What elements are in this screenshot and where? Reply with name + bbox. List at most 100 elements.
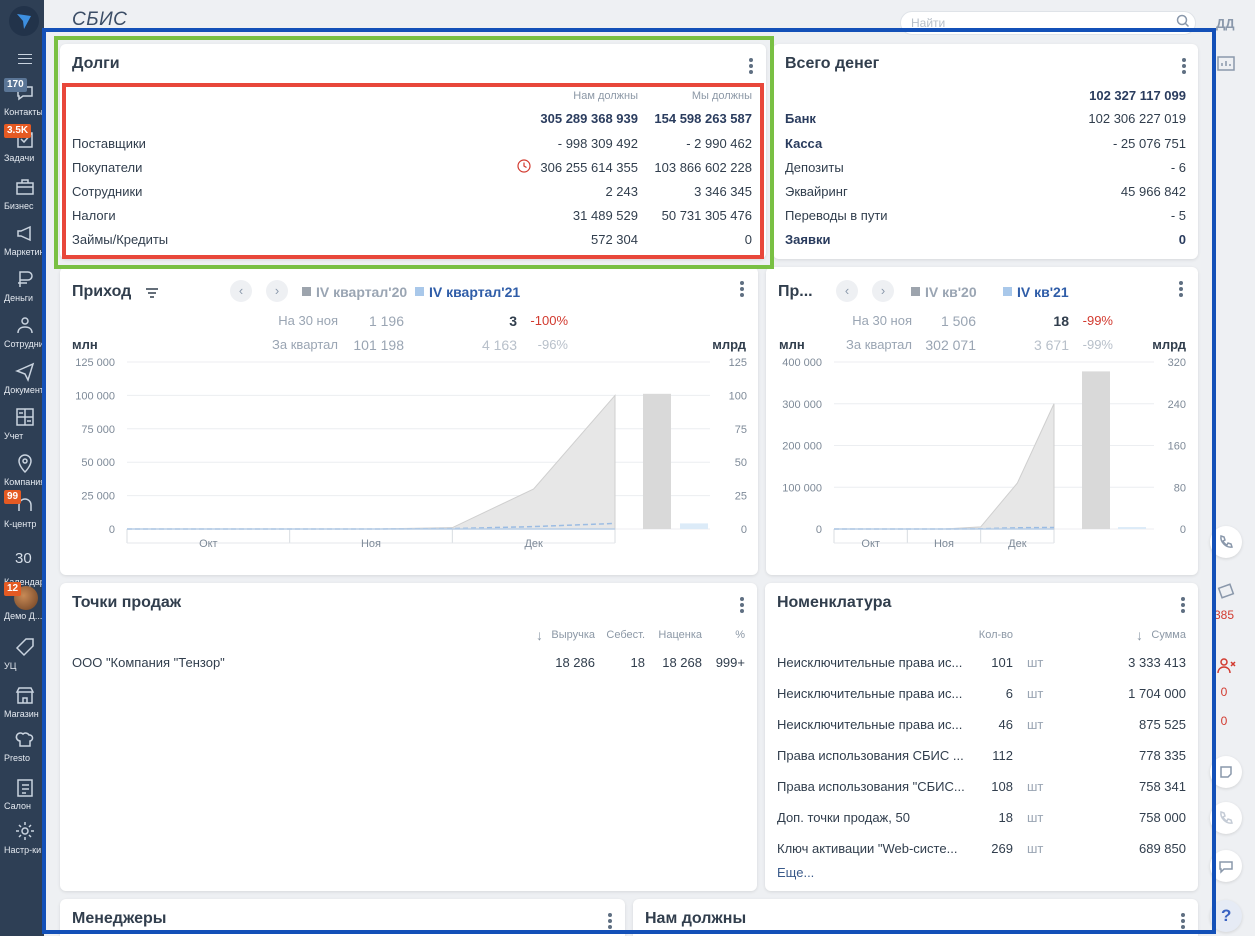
more-icon[interactable] bbox=[744, 56, 758, 74]
more-icon[interactable] bbox=[735, 279, 749, 297]
more-icon[interactable] bbox=[1177, 56, 1191, 74]
col-sum[interactable]: Сумма bbox=[1151, 629, 1186, 641]
we-owe-value: 103 866 602 228 bbox=[654, 160, 752, 175]
alert-count-1: 0 bbox=[1220, 685, 1228, 699]
sidebar-item-contacts[interactable]: 170 Контакты bbox=[0, 78, 44, 120]
coins-icon bbox=[14, 268, 36, 290]
more-icon[interactable] bbox=[1176, 595, 1190, 613]
sidebar-item-tasks[interactable]: 3.5K Задачи bbox=[0, 124, 44, 166]
chat-button[interactable] bbox=[1210, 850, 1242, 882]
sidebar-item-call-center[interactable]: 99 К-центр bbox=[0, 490, 44, 532]
total-owed-to-us[interactable]: 305 289 368 939 bbox=[540, 111, 638, 126]
y-tick-label: 300 000 bbox=[782, 399, 822, 411]
managers-title[interactable]: Менеджеры bbox=[72, 910, 166, 928]
next-period-button[interactable]: › bbox=[266, 280, 288, 302]
sidebar-item-label: Контакты bbox=[4, 107, 43, 117]
sidebar-item-demo[interactable]: 12 Демо Д... bbox=[0, 582, 44, 624]
sidebar-item-uc[interactable]: УЦ bbox=[0, 632, 44, 674]
sidebar-item-money[interactable]: Деньги bbox=[0, 264, 44, 306]
people-icon bbox=[14, 314, 36, 336]
sidebar-item-marketing[interactable]: Маркетинг bbox=[0, 218, 44, 260]
overdue-clock-icon bbox=[517, 159, 531, 173]
report-icon[interactable] bbox=[1216, 54, 1236, 74]
row1-delta: -99% bbox=[1082, 313, 1113, 328]
nomenclature-title[interactable]: Номенклатура bbox=[777, 594, 891, 612]
row-label: Заявки bbox=[785, 232, 831, 247]
legend-prev[interactable]: IV кв'20 bbox=[925, 284, 977, 300]
total-money-title[interactable]: Всего денег bbox=[785, 55, 879, 73]
item-unit: шт bbox=[1027, 717, 1044, 732]
bar-prev-quarter bbox=[1082, 371, 1110, 529]
sidebar-item-store[interactable]: Магазин bbox=[0, 680, 44, 722]
item-sum: 875 525 bbox=[1139, 717, 1186, 732]
income-title[interactable]: Приход bbox=[72, 283, 131, 301]
sidebar-item-settings[interactable]: Настр-ки bbox=[0, 816, 44, 858]
y-tick-label: 75 000 bbox=[81, 424, 115, 436]
sidebar-item-label: Учет bbox=[4, 431, 24, 441]
menu-icon[interactable] bbox=[18, 54, 32, 64]
nomenclature-panel: Номенклатура Кол-во ↓ Сумма Неисключител… bbox=[765, 583, 1198, 891]
debts-title[interactable]: Долги bbox=[72, 55, 120, 73]
col-cost[interactable]: Себест. bbox=[606, 629, 645, 641]
more-icon[interactable] bbox=[1174, 279, 1188, 297]
y-right-tick-label: 320 bbox=[1168, 357, 1186, 369]
income-chart[interactable]: 0 0 25 000 25 50 000 50 75 000 75 100 000 100 125 … bbox=[60, 352, 758, 557]
sort-down-icon[interactable]: ↓ bbox=[536, 627, 543, 643]
more-icon[interactable] bbox=[1176, 911, 1190, 929]
phone-icon bbox=[1220, 811, 1233, 824]
row-label: Переводы в пути bbox=[785, 208, 888, 223]
more-link[interactable]: Еще... bbox=[777, 865, 814, 880]
sidebar-item-business[interactable]: Бизнес bbox=[0, 172, 44, 214]
legend-curr[interactable]: IV квартал'21 bbox=[429, 284, 520, 300]
call-button[interactable] bbox=[1210, 802, 1242, 834]
money-transfer-icon[interactable] bbox=[1216, 582, 1236, 602]
notes-button[interactable] bbox=[1210, 756, 1242, 788]
phone-button[interactable] bbox=[1210, 526, 1242, 558]
more-icon[interactable] bbox=[735, 595, 749, 613]
contacts-badge: 170 bbox=[4, 78, 27, 92]
owed-to-us-title[interactable]: Нам должны bbox=[645, 910, 746, 928]
search-icon[interactable] bbox=[1176, 14, 1190, 28]
sbis-logo[interactable] bbox=[9, 6, 39, 36]
filter-icon[interactable] bbox=[145, 286, 159, 300]
sales-points-title[interactable]: Точки продаж bbox=[72, 594, 181, 612]
sidebar-item-company[interactable]: Компания bbox=[0, 448, 44, 490]
y-right-tick-label: 160 bbox=[1168, 441, 1186, 453]
sort-down-icon[interactable]: ↓ bbox=[1136, 627, 1143, 643]
col-markup[interactable]: Наценка bbox=[658, 629, 702, 641]
user-alert-icon[interactable] bbox=[1216, 656, 1236, 676]
col-revenue[interactable]: Выручка bbox=[551, 629, 595, 641]
legend-prev[interactable]: IV квартал'20 bbox=[316, 284, 407, 300]
income-compact-chart[interactable]: 0 0 100 000 80 200 000 160 300 000 240 400 000 32… bbox=[766, 352, 1198, 557]
sidebar-item-salon[interactable]: Салон bbox=[0, 772, 44, 814]
user-initials[interactable]: ДД bbox=[1216, 16, 1235, 31]
item-unit: шт bbox=[1027, 810, 1044, 825]
owed-to-us-value: 572 304 bbox=[591, 232, 638, 247]
more-icon[interactable] bbox=[603, 911, 617, 929]
sidebar-item-label: Деньги bbox=[4, 293, 34, 303]
sidebar-item-presto[interactable]: Presto bbox=[0, 724, 44, 766]
search-input[interactable]: Найти bbox=[900, 11, 1196, 35]
total-we-owe[interactable]: 154 598 263 587 bbox=[654, 111, 752, 126]
income2-title[interactable]: Пр... bbox=[778, 283, 813, 301]
sidebar-item-label: К-центр bbox=[4, 519, 37, 529]
row2-label: За квартал bbox=[846, 337, 912, 352]
row-label: Налоги bbox=[72, 208, 116, 223]
prev-period-button[interactable]: ‹ bbox=[230, 280, 252, 302]
y-tick-label: 0 bbox=[816, 524, 822, 536]
total-money-value[interactable]: 102 327 117 099 bbox=[1089, 88, 1186, 103]
row1-label: На 30 ноя bbox=[852, 313, 912, 328]
demo-badge: 12 bbox=[4, 582, 22, 596]
col-percent[interactable]: % bbox=[735, 629, 745, 641]
col-qty[interactable]: Кол-во bbox=[979, 629, 1013, 641]
prev-period-button[interactable]: ‹ bbox=[836, 280, 858, 302]
next-period-button[interactable]: › bbox=[872, 280, 894, 302]
item-name: Права использования "СБИС... bbox=[777, 779, 965, 794]
help-button[interactable]: ? bbox=[1210, 900, 1242, 932]
legend-curr[interactable]: IV кв'21 bbox=[1017, 284, 1069, 300]
item-qty: 18 bbox=[998, 810, 1013, 825]
row-label: Займы/Кредиты bbox=[72, 232, 169, 247]
sidebar-item-accounting[interactable]: Учет bbox=[0, 402, 44, 444]
sidebar-item-staff[interactable]: Сотрудники bbox=[0, 310, 44, 352]
sidebar-item-documents[interactable]: Документы bbox=[0, 356, 44, 398]
